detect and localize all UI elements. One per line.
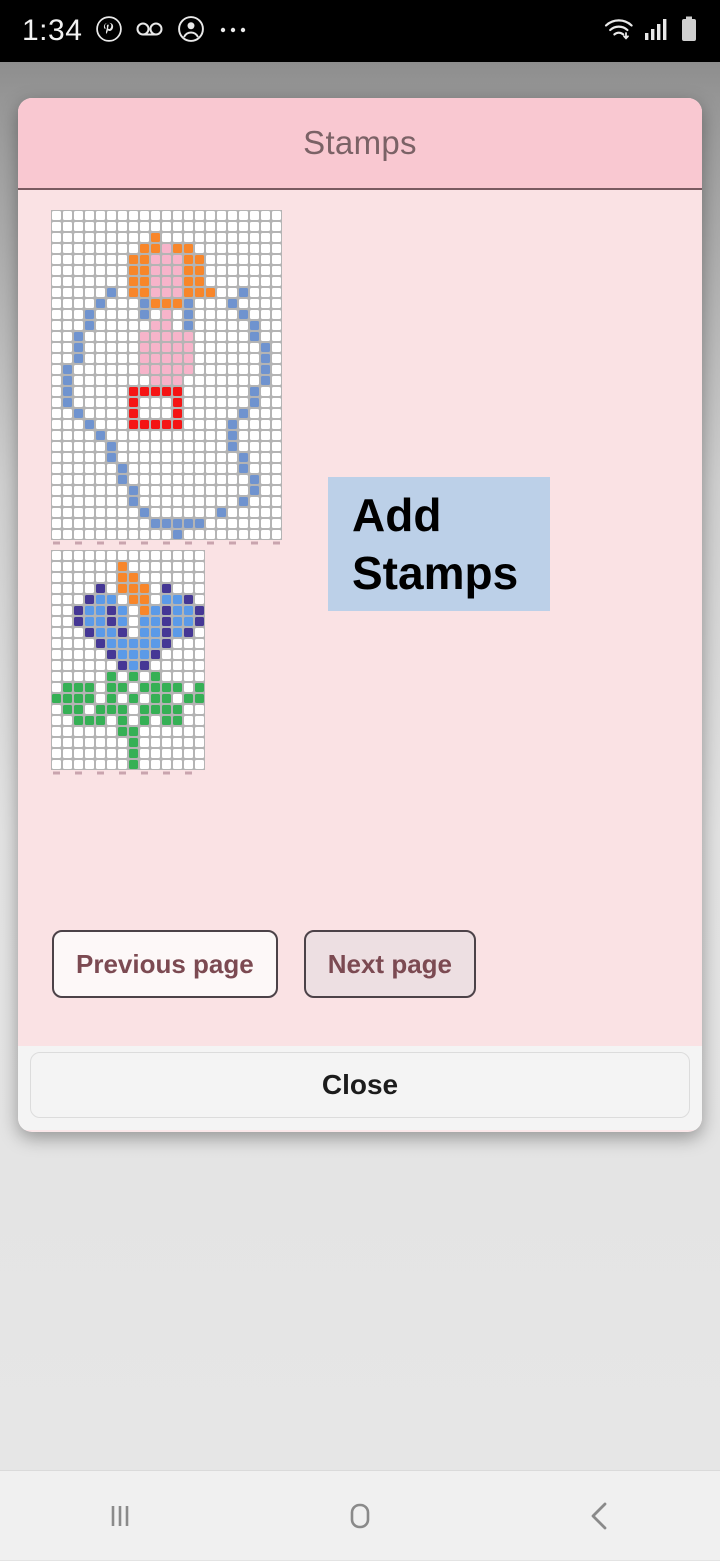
recents-button[interactable]	[60, 1471, 180, 1561]
close-button[interactable]: Close	[30, 1052, 690, 1118]
dialog-footer: Close	[18, 1046, 702, 1130]
back-icon	[591, 1502, 607, 1529]
status-bar: 1:34	[0, 0, 720, 62]
stamp-list	[51, 210, 282, 780]
status-bar-notification-icons	[96, 15, 248, 47]
cellular-signal-icon	[644, 17, 670, 46]
add-stamps-label-line1: Add	[352, 489, 442, 541]
wifi-icon	[604, 17, 634, 46]
dialog-title: Stamps	[18, 98, 702, 190]
home-button[interactable]	[300, 1471, 420, 1561]
pinterest-icon	[96, 15, 123, 47]
previous-page-button[interactable]: Previous page	[52, 930, 278, 998]
voicemail-icon	[136, 20, 164, 43]
add-stamps-label-line2: Stamps	[352, 547, 519, 599]
more-notifications-icon	[218, 22, 248, 40]
angel-stamp[interactable]	[51, 210, 282, 546]
home-icon	[350, 1503, 370, 1528]
flower-stamp[interactable]	[51, 550, 282, 776]
back-button[interactable]	[540, 1471, 660, 1561]
account-icon	[178, 15, 205, 47]
pager-controls: Previous page Next page	[52, 930, 476, 998]
add-stamps-button[interactable]: Add Stamps	[328, 477, 550, 611]
battery-icon	[680, 16, 698, 47]
recents-icon	[111, 1505, 129, 1526]
system-navigation-bar	[0, 1470, 720, 1560]
dialog-body: Add Stamps Previous page Next page	[18, 190, 702, 1046]
flower-stamp-grid	[51, 550, 205, 775]
status-bar-clock: 1:34	[22, 14, 83, 47]
angel-stamp-grid	[51, 210, 282, 545]
stamps-dialog: Stamps Add Stamps Previous page Next pag…	[18, 98, 702, 1132]
next-page-button[interactable]: Next page	[303, 930, 476, 998]
status-bar-system-icons	[604, 16, 698, 47]
